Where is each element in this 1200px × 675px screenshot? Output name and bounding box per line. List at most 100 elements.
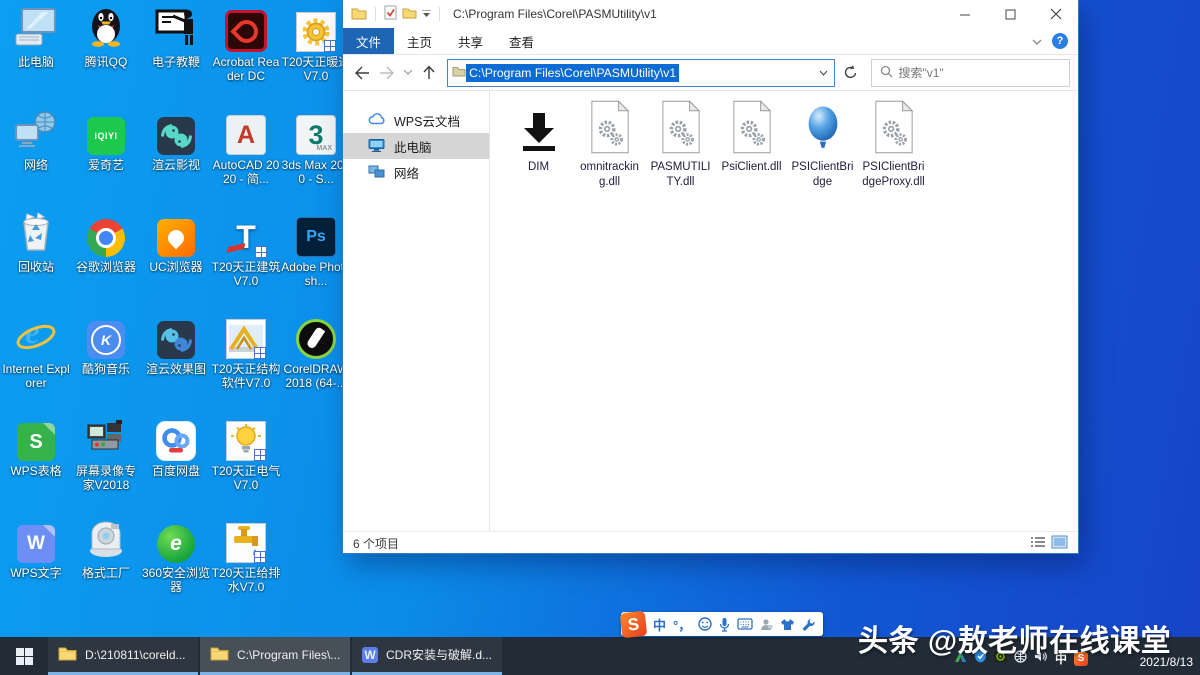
desktop-icon-recycle-bin[interactable]: 回收站 bbox=[1, 213, 71, 274]
ime-mode-chinese[interactable]: 中 bbox=[653, 615, 666, 634]
desktop-icon-pointer[interactable]: 电子教鞭 bbox=[141, 8, 211, 69]
desktop-icon-xuanyun-film[interactable]: 渲云影视 bbox=[141, 111, 211, 172]
desktop-icon-screen-recorder[interactable]: 屏幕录像专家V2018 bbox=[71, 417, 141, 492]
file-item-dim[interactable]: DIM bbox=[503, 99, 574, 190]
desktop-icon-kugou[interactable]: K 酷狗音乐 bbox=[71, 315, 141, 376]
large-icons-view-icon[interactable] bbox=[1051, 535, 1068, 552]
desktop-icon-autocad[interactable]: A AutoCAD 2020 - 简... bbox=[211, 111, 281, 186]
dll-file-icon bbox=[873, 100, 915, 157]
taskbar-button-folder-c[interactable]: C:\Program Files\... bbox=[200, 637, 350, 675]
sogou-logo-icon[interactable]: S bbox=[620, 610, 647, 637]
desktop-icon-network[interactable]: 网络 bbox=[1, 111, 71, 172]
desktop-icon-this-pc[interactable]: 此电脑 bbox=[1, 8, 71, 69]
status-bar: 6 个项目 bbox=[343, 531, 1078, 554]
recent-locations-icon[interactable] bbox=[401, 60, 415, 86]
desktop-icon-label: 屏幕录像专家V2018 bbox=[71, 464, 141, 492]
cloud-icon bbox=[368, 112, 385, 128]
emoji-icon[interactable] bbox=[698, 617, 712, 631]
close-button[interactable] bbox=[1033, 0, 1078, 28]
kugou-icon: K bbox=[87, 321, 125, 359]
iqiyi-icon: iQIYI bbox=[87, 117, 125, 155]
file-item-psiclientbridgeproxy[interactable]: PSIClientBridgeProxy.dll bbox=[858, 99, 929, 190]
keyboard-icon[interactable] bbox=[737, 618, 753, 630]
file-item-pasmutility[interactable]: PASMUTILITY.dll bbox=[645, 99, 716, 190]
desktop-icon-format-factory[interactable]: 格式工厂 bbox=[71, 519, 141, 580]
desktop-icon-t20-arch[interactable]: T T20天正建筑 V7.0 bbox=[211, 213, 281, 288]
help-icon[interactable]: ? bbox=[1052, 33, 1068, 49]
customize-toolbar-icon[interactable] bbox=[422, 7, 431, 21]
file-item-psiclientbridge[interactable]: PSIClientBridge bbox=[787, 99, 858, 190]
address-dropdown-icon[interactable] bbox=[812, 60, 834, 86]
teaching-pointer-icon bbox=[155, 7, 197, 52]
desktop-icon-photoshop[interactable]: Ps Adobe Photosh... bbox=[281, 213, 351, 288]
taskbar-button-folder-d[interactable]: D:\210811\coreld... bbox=[48, 637, 198, 675]
new-folder-quick-icon[interactable] bbox=[402, 6, 417, 22]
windows-logo-icon bbox=[16, 648, 33, 665]
desktop-icon-wps-writer[interactable]: W WPS文字 bbox=[1, 519, 71, 580]
sidebar-item-network[interactable]: 网络 bbox=[343, 159, 489, 185]
up-button[interactable] bbox=[418, 60, 440, 86]
search-box[interactable]: 搜索"v1" bbox=[871, 59, 1070, 87]
maximize-button[interactable] bbox=[988, 0, 1033, 28]
tab-view[interactable]: 查看 bbox=[496, 28, 547, 54]
title-bar[interactable]: C:\Program Files\Corel\PASMUtility\v1 bbox=[343, 0, 1078, 28]
file-name: DIM bbox=[528, 160, 549, 175]
desktop-icon-qq[interactable]: 腾讯QQ bbox=[71, 8, 141, 69]
desktop-icon-xuanyun-render[interactable]: 渲云效果图 bbox=[141, 315, 211, 376]
sidebar-item-this-pc[interactable]: 此电脑 bbox=[343, 133, 489, 159]
ime-punctuation[interactable]: °， bbox=[673, 615, 691, 634]
ribbon-tabs: 文件 主页 共享 查看 ? bbox=[343, 28, 1078, 55]
desktop-icon-ie[interactable]: e Internet Explorer bbox=[1, 315, 71, 390]
desktop-icon-360-browser[interactable]: e 360安全浏览器 bbox=[141, 519, 211, 594]
desktop-icon-chrome[interactable]: 谷歌浏览器 bbox=[71, 213, 141, 274]
desktop-icon-3dsmax[interactable]: 3MAX 3ds Max 2020 - S... bbox=[281, 111, 351, 186]
minimize-button[interactable] bbox=[943, 0, 988, 28]
desktop-icon-t20-hvac[interactable]: T20天正暖通 V7.0 bbox=[281, 8, 351, 83]
desktop-icon-baidu-pan[interactable]: 百度网盘 bbox=[141, 417, 211, 478]
tab-file[interactable]: 文件 bbox=[343, 28, 394, 54]
desktop-icon-acrobat[interactable]: Acrobat Reader DC bbox=[211, 8, 281, 83]
taskbar-button-wps-doc[interactable]: W CDR安装与破解.d... bbox=[352, 637, 502, 675]
refresh-button[interactable] bbox=[838, 60, 863, 86]
details-view-icon[interactable] bbox=[1030, 535, 1046, 552]
forward-button[interactable] bbox=[376, 60, 398, 86]
properties-quick-icon[interactable] bbox=[384, 5, 397, 23]
dim-arrow-icon bbox=[520, 112, 558, 157]
desktop-icon-t20-plumb[interactable]: T20天正给排水V7.0 bbox=[211, 519, 281, 594]
collapse-ribbon-icon[interactable] bbox=[1032, 34, 1042, 48]
file-item-omnitracking[interactable]: omnitracking.dll bbox=[574, 99, 645, 190]
file-name: omnitracking.dll bbox=[577, 160, 643, 190]
wrench-settings-icon[interactable] bbox=[802, 618, 815, 631]
sidebar-item-wps-cloud[interactable]: WPS云文档 bbox=[343, 107, 489, 133]
toutiao-watermark: 头条 @敖老师在线课堂 bbox=[858, 616, 1171, 660]
desktop-icon-label: 酷狗音乐 bbox=[71, 362, 141, 376]
back-button[interactable] bbox=[351, 60, 373, 86]
desktop-icon-uc-browser[interactable]: UC浏览器 bbox=[141, 213, 211, 274]
tab-home[interactable]: 主页 bbox=[394, 28, 445, 54]
desktop-icon-label: 格式工厂 bbox=[71, 566, 141, 580]
desktop-icon-label: CorelDRAW 2018 (64-... bbox=[281, 362, 351, 390]
desktop-icon-wps-sheet[interactable]: S WPS表格 bbox=[1, 417, 71, 478]
screen-recorder-icon bbox=[86, 418, 126, 461]
t20-hvac-icon bbox=[296, 12, 336, 52]
skin-shirt-icon[interactable] bbox=[780, 618, 795, 631]
desktop-icon-coreldraw[interactable]: CorelDRAW 2018 (64-... bbox=[281, 315, 351, 390]
start-button[interactable] bbox=[0, 637, 48, 675]
desktop-icon-label: 此电脑 bbox=[1, 55, 71, 69]
desktop-icon-label: Internet Explorer bbox=[1, 362, 71, 390]
user-profile-icon[interactable] bbox=[760, 618, 773, 631]
desktop-icon-iqiyi[interactable]: iQIYI 爱奇艺 bbox=[71, 111, 141, 172]
divider bbox=[439, 7, 440, 21]
file-item-psiclient[interactable]: PsiClient.dll bbox=[716, 99, 787, 190]
file-name: PsiClient.dll bbox=[721, 160, 781, 175]
address-bar[interactable]: C:\Program Files\Corel\PASMUtility\v1 bbox=[447, 59, 835, 87]
microphone-icon[interactable] bbox=[719, 617, 730, 632]
file-name: PSIClientBridgeProxy.dll bbox=[861, 160, 927, 190]
chrome-icon bbox=[87, 219, 125, 257]
desktop-icon-label: 电子教鞭 bbox=[141, 55, 211, 69]
tab-share[interactable]: 共享 bbox=[445, 28, 496, 54]
desktop-icon-label: T20天正结构软件V7.0 bbox=[211, 362, 281, 390]
desktop-icon-t20-elec[interactable]: T20天正电气 V7.0 bbox=[211, 417, 281, 492]
desktop-icon-t20-struct[interactable]: T20天正结构软件V7.0 bbox=[211, 315, 281, 390]
folder-icon bbox=[58, 645, 77, 664]
